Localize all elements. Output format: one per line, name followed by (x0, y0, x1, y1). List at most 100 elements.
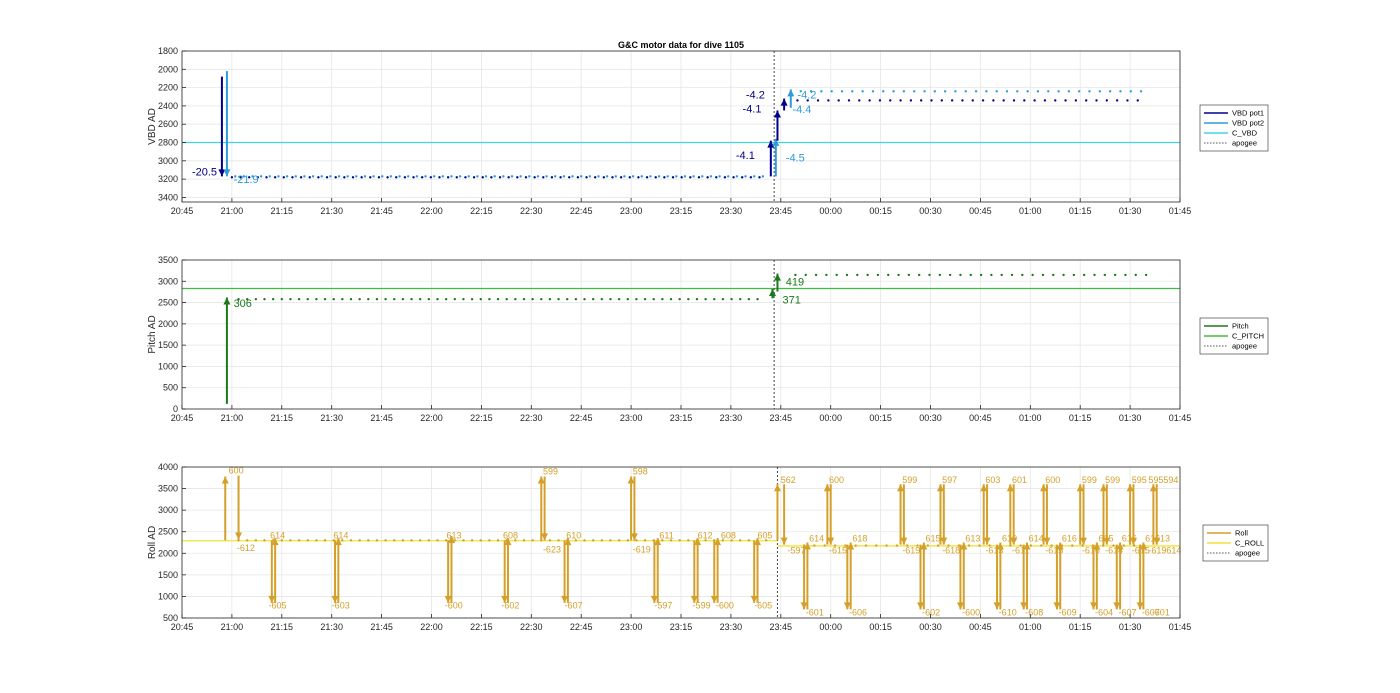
panel-1: -20.5 -21.9 -4.1 -4.5 -4.1 -4.4 -4.2 -4.2 20:45 2… (147, 40, 1269, 216)
data-point (657, 175, 661, 178)
y-tick-label: 3500 (158, 255, 178, 265)
data-point (619, 176, 623, 179)
x-tick-label: 01:00 (1019, 206, 1042, 216)
data-point (496, 539, 500, 542)
data-point (412, 176, 415, 179)
value-label: -615 (829, 546, 847, 556)
data-point (273, 176, 277, 179)
data-point (609, 539, 612, 542)
value-label: -597 (654, 601, 672, 611)
data-point (464, 176, 467, 179)
data-point (441, 175, 445, 178)
legend: RollC_ROLLapogee (1202, 524, 1269, 562)
data-point (749, 176, 753, 179)
data-point (1105, 99, 1109, 102)
data-point (519, 175, 522, 178)
data-point (1036, 90, 1040, 93)
data-point (548, 539, 552, 542)
value-label: -615 (1045, 546, 1063, 556)
value-label: 598 (633, 466, 648, 476)
x-tick-label: 22:45 (570, 622, 593, 632)
data-point (1047, 90, 1050, 93)
data-point (1139, 90, 1143, 93)
x-tick-label: 22:45 (570, 413, 593, 423)
data-point (444, 297, 448, 301)
data-point (875, 544, 878, 547)
y-tick-label: 3000 (158, 276, 178, 286)
value-label: -607 (565, 601, 583, 611)
data-point (1052, 273, 1055, 277)
value-label: 608 (721, 531, 736, 541)
data-point (550, 176, 554, 179)
x-tick-label: 23:45 (770, 622, 793, 632)
x-tick-label: 00:30 (919, 622, 942, 632)
data-point (961, 99, 964, 102)
data-point (739, 539, 742, 542)
data-point (744, 175, 747, 178)
data-point (669, 297, 673, 301)
value-label: 613 (446, 531, 461, 541)
data-point (522, 539, 526, 542)
data-point (985, 90, 988, 93)
value-label: -609 (1059, 607, 1077, 617)
value-label: -21.9 (234, 174, 259, 186)
data-point (936, 544, 940, 547)
data-point (524, 176, 528, 179)
data-point (981, 99, 985, 102)
data-point (410, 539, 413, 542)
x-tick-label: 00:15 (869, 622, 892, 632)
data-point (895, 544, 899, 547)
value-label: -619 (902, 546, 920, 556)
chart-title: G&C motor data for dive 1105 (618, 40, 744, 50)
data-point (514, 297, 517, 301)
data-point (666, 175, 669, 178)
x-tick-label: 00:30 (919, 206, 942, 216)
legend-label: VBD pot1 (1232, 109, 1264, 118)
x-tick-label: 23:15 (670, 206, 693, 216)
value-label: -600 (445, 601, 463, 611)
data-point (453, 297, 456, 301)
value-label: 419 (786, 277, 804, 289)
data-point (1054, 99, 1057, 102)
x-tick-label: 01:30 (1119, 206, 1142, 216)
y-tick-label: 500 (163, 613, 178, 623)
value-label: 613 (965, 534, 980, 544)
y-tick-label: 3400 (158, 192, 178, 202)
data-point (827, 99, 830, 102)
value-label: 618 (852, 534, 867, 544)
data-point (349, 297, 353, 301)
data-point (488, 297, 491, 301)
x-tick-label: 01:45 (1169, 206, 1192, 216)
data-point (566, 297, 569, 301)
data-point (470, 297, 474, 301)
data-point (814, 273, 818, 277)
data-point (294, 175, 297, 178)
data-point (889, 99, 892, 102)
data-point (1023, 99, 1026, 102)
data-point (617, 297, 621, 301)
data-point (1084, 99, 1088, 102)
value-label: -618 (942, 546, 960, 556)
y-tick-label: 3200 (158, 174, 178, 184)
data-point (919, 99, 923, 102)
x-tick-label: 20:45 (171, 413, 194, 423)
data-point (484, 175, 488, 178)
value-label: 615 (926, 534, 941, 544)
x-tick-label: 22:15 (470, 413, 493, 423)
data-point (878, 99, 882, 102)
data-point (315, 297, 318, 301)
value-label: -597 (787, 546, 805, 556)
data-point (1071, 544, 1074, 547)
data-point (1078, 90, 1081, 93)
data-point (1002, 99, 1005, 102)
data-point (723, 176, 727, 179)
data-point (346, 175, 349, 178)
data-point (358, 539, 361, 542)
y-tick-label: 1500 (158, 340, 178, 350)
legend-label: apogee (1232, 139, 1257, 148)
x-tick-label: 23:15 (670, 622, 693, 632)
data-point (436, 539, 439, 542)
data-point (635, 297, 638, 301)
value-label: -614 (1163, 546, 1181, 556)
data-point (398, 175, 401, 178)
